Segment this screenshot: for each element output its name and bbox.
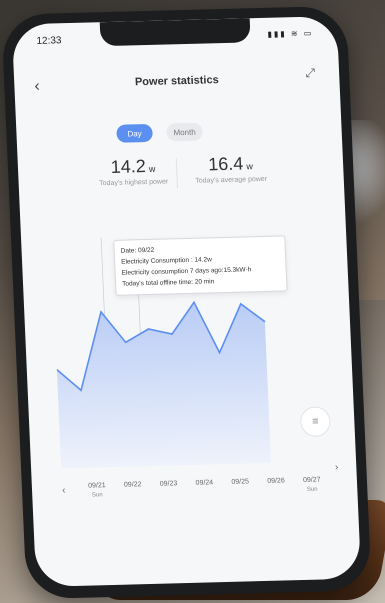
app-screen: 12:33 ▮▮▮ ≋ ▭ ‹ Power statistics ⤢ Day M… bbox=[11, 16, 362, 587]
tab-day[interactable]: Day bbox=[116, 123, 153, 143]
stat-highest: 14.2 w Today's highest power bbox=[88, 155, 179, 187]
x-tick: 09/23 bbox=[159, 480, 178, 488]
x-tick: 09/26 bbox=[267, 477, 285, 485]
tab-month[interactable]: Month bbox=[166, 122, 203, 142]
stat-average-value: 16.4 bbox=[207, 153, 244, 175]
stat-average-unit: w bbox=[246, 161, 254, 172]
page-title: Power statistics bbox=[134, 74, 219, 89]
x-tick: 09/21 Sun bbox=[87, 482, 106, 499]
chevron-right-icon[interactable]: › bbox=[335, 462, 339, 473]
status-icons: ▮▮▮ ≋ ▭ bbox=[267, 28, 314, 39]
x-axis: 09/21 Sun 09/22 09/23 09/24 09/25 09/26 0… bbox=[82, 476, 328, 512]
phone-frame: 12:33 ▮▮▮ ≋ ▭ ‹ Power statistics ⤢ Day M… bbox=[1, 5, 372, 600]
x-tick: 09/24 bbox=[195, 479, 214, 487]
x-tick: 09/22 bbox=[123, 481, 142, 489]
chart-area-fill bbox=[56, 302, 272, 469]
status-time: 12:33 bbox=[36, 35, 62, 47]
phone-notch bbox=[99, 18, 251, 47]
stat-highest-label: Today's highest power bbox=[99, 178, 169, 188]
x-tick: 09/25 bbox=[231, 478, 250, 486]
chart-tooltip: Date: 09/22 Electricity Consumption : 14… bbox=[113, 235, 288, 296]
chevron-left-icon[interactable]: ‹ bbox=[62, 485, 66, 496]
stat-highest-unit: w bbox=[148, 163, 156, 174]
x-tick: 09/27 Sun bbox=[302, 476, 321, 493]
stat-highest-value: 14.2 bbox=[110, 156, 147, 177]
stat-average-label: Today's average power bbox=[195, 175, 268, 185]
share-icon[interactable]: ⤢ bbox=[305, 66, 315, 81]
stat-average: 16.4 w Today's average power bbox=[183, 153, 279, 185]
